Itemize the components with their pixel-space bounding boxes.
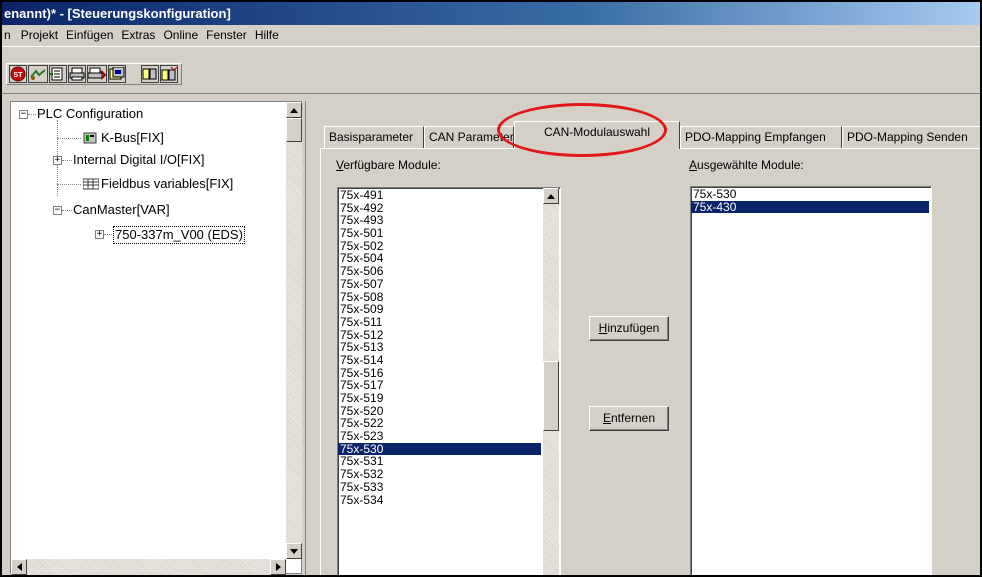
add-button[interactable]: Hinzufügen	[589, 316, 669, 341]
fieldbus-icon	[82, 178, 100, 193]
title-bar: enannt)* - [Steuerungskonfiguration]	[2, 2, 980, 25]
print-icon[interactable]	[87, 65, 107, 83]
tree-item-canmaster[interactable]: CanMaster[VAR]	[73, 202, 170, 218]
app-window: enannt)* - [Steuerungskonfiguration] n Pr…	[0, 0, 982, 577]
tree-connector	[62, 210, 72, 211]
menu-item-extras[interactable]: Extras	[117, 25, 159, 45]
add-button-label: Hinzufügen	[598, 321, 660, 335]
menu-item-projekt[interactable]: Projekt	[17, 25, 62, 45]
scroll-up-icon[interactable]	[543, 188, 559, 204]
toolbar-group-main: ST	[6, 63, 182, 85]
download-icon[interactable]	[108, 65, 126, 83]
available-module-list-item[interactable]: 75x-491	[338, 189, 541, 202]
expand-icon[interactable]: +	[53, 156, 62, 165]
selected-modules-list[interactable]: 75x-530 75x-430	[690, 186, 932, 575]
selected-modules-label: Ausgewählte Module:	[689, 158, 804, 172]
menu-bar: n Projekt Einfügen Extras Online Fenster Hilfe	[2, 25, 980, 45]
tree-connector	[28, 114, 36, 115]
collapse-icon[interactable]: −	[19, 110, 28, 119]
available-module-list-item[interactable]: 75x-523	[338, 430, 541, 443]
scroll-thumb[interactable]	[543, 361, 559, 431]
tree-item-internal-digital-io[interactable]: Internal Digital I/O[FIX]	[73, 152, 205, 168]
config-panel: Basisparameter CAN Parameter CAN-Modulau…	[305, 101, 980, 575]
menu-item-file[interactable]: n	[2, 25, 17, 45]
tree-vertical-scrollbar[interactable]	[286, 102, 302, 559]
scroll-right-icon[interactable]	[270, 559, 286, 575]
scroll-down-icon[interactable]	[286, 543, 302, 559]
available-module-list-item[interactable]: 75x-501	[338, 227, 541, 240]
tab-can-modulauswahl[interactable]: CAN-Modulauswahl	[514, 121, 680, 149]
available-module-list-item[interactable]: 75x-532	[338, 468, 541, 481]
tree-root-plc-configuration[interactable]: PLC Configuration	[37, 106, 143, 122]
menu-item-fenster[interactable]: Fenster	[202, 25, 251, 45]
tab-basisparameter[interactable]: Basisparameter	[324, 126, 424, 148]
tree-item-750-337m[interactable]: 750-337m_V00 (EDS)	[113, 226, 245, 244]
remove-button-label: Entfernen	[602, 411, 656, 425]
scroll-thumb[interactable]	[286, 118, 302, 142]
selected-module-list-item[interactable]: 75x-530	[691, 188, 929, 201]
config-icon[interactable]	[49, 65, 67, 83]
tree-item-kbus[interactable]: K-Bus[FIX]	[101, 130, 164, 146]
tree-item-fieldbus-variables[interactable]: Fieldbus variables[FIX]	[101, 176, 233, 192]
tree-connector	[104, 234, 112, 235]
available-module-list-item[interactable]: 75x-519	[338, 392, 541, 405]
tab-pdo-mapping-empfangen[interactable]: PDO-Mapping Empfangen	[680, 126, 842, 148]
expand-icon[interactable]: +	[95, 230, 104, 239]
scroll-up-icon[interactable]	[286, 102, 302, 118]
collapse-icon[interactable]: −	[53, 206, 62, 215]
tree-connector	[62, 160, 72, 161]
available-module-list-item[interactable]: 75x-511	[338, 316, 541, 329]
tab-page: Verfügbare Module: 75x-491 75x-492 75x-493…	[320, 148, 980, 575]
tree-connector	[57, 184, 81, 185]
toolbar: ST	[2, 46, 980, 94]
split-icon[interactable]	[141, 65, 159, 83]
menu-item-hilfe[interactable]: Hilfe	[251, 25, 283, 45]
selected-module-list-item[interactable]: 75x-430	[691, 200, 929, 214]
tree-panel: − PLC Configuration K-Bus[FIX] + Interna…	[10, 101, 302, 575]
available-module-list-item[interactable]: 75x-509	[338, 303, 541, 316]
available-module-list-item[interactable]: 75x-506	[338, 265, 541, 278]
svg-text:ST: ST	[14, 72, 24, 79]
scroll-left-icon[interactable]	[11, 559, 27, 575]
available-modules-label: Verfügbare Module:	[336, 158, 441, 172]
build-icon[interactable]	[28, 65, 48, 83]
merge-icon[interactable]	[160, 65, 178, 83]
window-title: enannt)* - [Steuerungskonfiguration]	[4, 6, 231, 21]
available-module-list-item[interactable]: 75x-533	[338, 480, 541, 494]
available-modules-list[interactable]: 75x-491 75x-492 75x-493 75x-501 75x-502 75x-5…	[337, 187, 561, 575]
tree-horizontal-scrollbar[interactable]	[11, 559, 286, 575]
available-module-list-item[interactable]: 75x-514	[338, 354, 541, 367]
print-preview-icon[interactable]	[68, 65, 86, 83]
tab-pdo-mapping-senden[interactable]: PDO-Mapping Senden	[842, 126, 980, 148]
remove-button[interactable]: Entfernen	[589, 406, 669, 431]
tree-connector	[57, 138, 81, 139]
tab-can-parameter[interactable]: CAN Parameter	[424, 126, 514, 148]
menu-item-online[interactable]: Online	[159, 25, 202, 45]
stop-icon[interactable]: ST	[9, 65, 27, 83]
module-icon	[83, 132, 97, 147]
available-module-list-item[interactable]: 75x-507	[338, 277, 541, 291]
available-module-list-item[interactable]: 75x-534	[338, 493, 541, 507]
menu-item-einfuegen[interactable]: Einfügen	[62, 25, 117, 45]
